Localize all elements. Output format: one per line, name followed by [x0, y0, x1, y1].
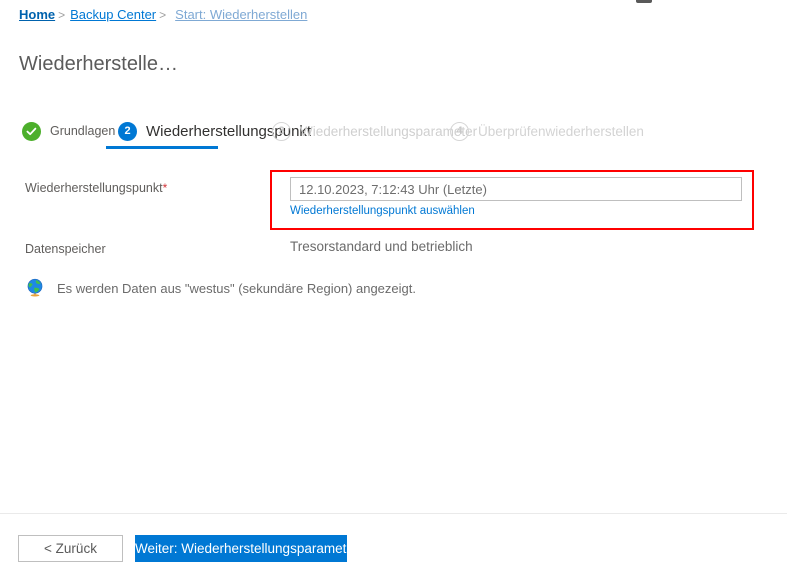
- data-store-value: Tresorstandard und betrieblich: [290, 239, 473, 254]
- breadcrumb-separator-2: >: [159, 8, 167, 22]
- step-complete-check-icon: [22, 121, 41, 141]
- page-title: Wiederherstelle…: [19, 53, 178, 76]
- step-number-badge-2: 2: [118, 121, 137, 141]
- breadcrumb: Home > Backup Center > Start: Wiederherstell…: [19, 6, 307, 24]
- step-number-badge-4: 4: [450, 121, 469, 141]
- data-store-label: Datenspeicher: [25, 242, 106, 256]
- secondary-region-info: Es werden Daten aus "westus" (sekundäre …: [25, 278, 416, 298]
- breadcrumb-item-backup-center[interactable]: Backup Center: [70, 7, 156, 22]
- next-button[interactable]: Weiter: Wiederherstellungsparameter: [135, 535, 358, 562]
- required-asterisk: *: [162, 181, 168, 195]
- back-button[interactable]: < Zurück: [18, 535, 123, 562]
- step-number-badge-3: 3: [272, 121, 291, 141]
- recovery-point-label: Wiederherstellungspunkt*: [25, 181, 167, 195]
- breadcrumb-item-start-restore[interactable]: Start: Wiederherstellen: [175, 7, 307, 22]
- wizard-step-wiederherstellungsparameter[interactable]: 3 Wiederherstellungsparameter: [272, 118, 477, 144]
- recovery-point-label-text: Wiederherstellungspunkt: [25, 181, 163, 195]
- select-recovery-point-link[interactable]: Wiederherstellungspunkt auswählen: [290, 205, 475, 217]
- recovery-point-input[interactable]: [290, 177, 742, 201]
- wizard-step-label-1: Grundlagen: [50, 124, 116, 138]
- footer-divider: [0, 513, 787, 514]
- breadcrumb-item-home[interactable]: Home: [19, 7, 55, 22]
- active-step-underline: [106, 146, 218, 149]
- breadcrumb-separator-1: >: [58, 8, 66, 22]
- next-button-label: Weiter: Wiederherstellungsparameter: [135, 541, 359, 556]
- globe-icon: [25, 278, 45, 298]
- secondary-region-info-text: Es werden Daten aus "westus" (sekundäre …: [57, 280, 416, 296]
- cropped-artifact: [636, 0, 652, 3]
- wizard-step-ueberpruefen[interactable]: 4 Überprüfenwiederherstellen: [450, 118, 644, 144]
- wizard-step-grundlagen[interactable]: Grundlagen: [22, 118, 115, 144]
- wizard-step-label-4: Überprüfenwiederherstellen: [478, 123, 644, 139]
